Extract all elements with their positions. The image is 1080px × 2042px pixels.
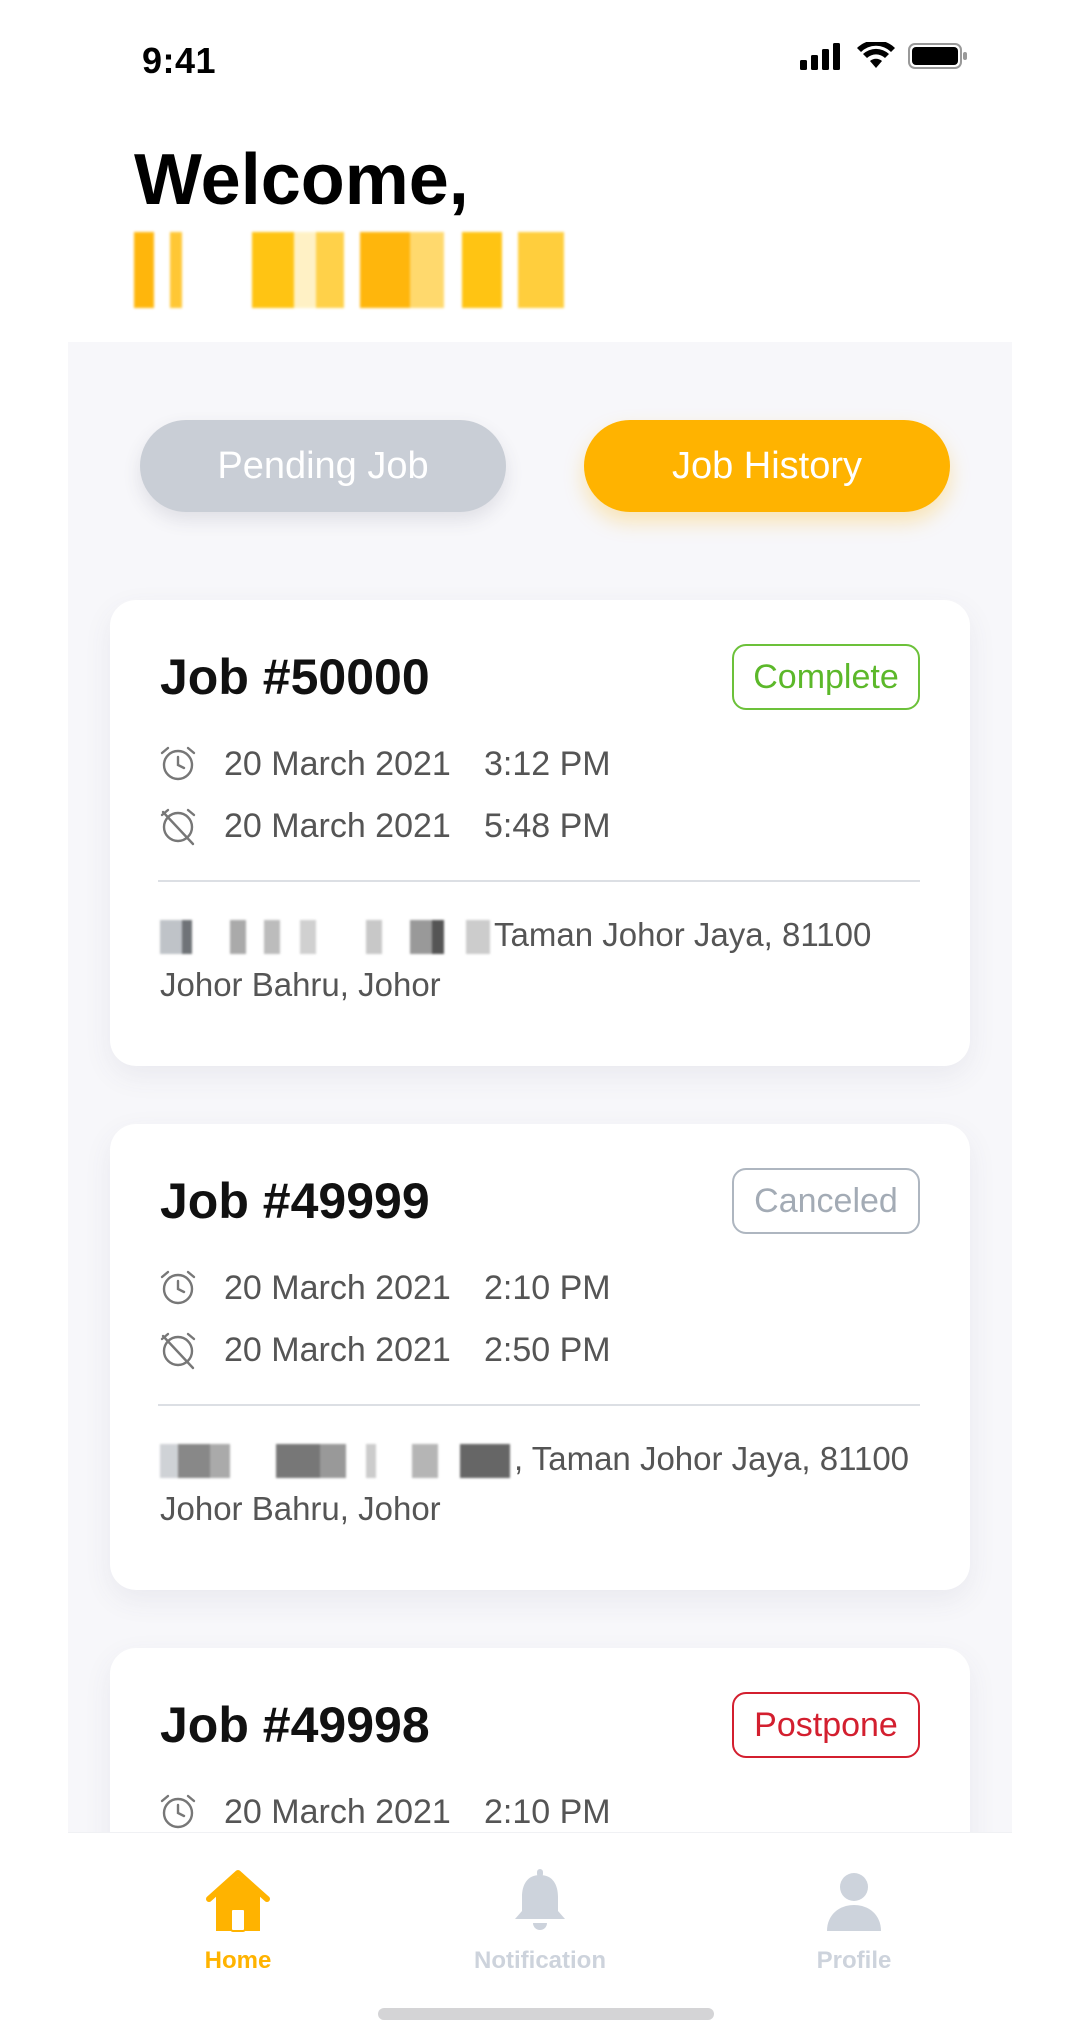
address-redacted	[160, 1444, 510, 1479]
tab-pending-job[interactable]: Pending Job	[140, 420, 506, 512]
alarm-off-icon	[160, 1332, 196, 1370]
signal-icon	[800, 43, 840, 70]
job-card[interactable]: Job #50000 Complete 20 March 2021 3:12 P…	[110, 600, 970, 1066]
start-row: 20 March 2021 2:10 PM	[158, 1792, 611, 1832]
clock-icon	[160, 1270, 196, 1305]
job-title: Job #49998	[160, 1697, 430, 1753]
status-badge: Canceled	[732, 1168, 920, 1234]
status-bar: 9:41	[0, 0, 1080, 110]
battery-icon	[908, 43, 967, 69]
welcome-title: Welcome,	[134, 140, 469, 220]
bell-icon	[515, 1869, 565, 1930]
divider	[158, 1404, 920, 1406]
start-time: 2:10 PM	[484, 1268, 611, 1307]
job-address: Taman Johor Jaya, 81100 Johor Bahru, Joh…	[160, 910, 940, 1010]
job-card[interactable]: Job #49999 Canceled 20 March 2021 2:10 P…	[110, 1124, 970, 1590]
end-row: 20 March 2021 2:50 PM	[158, 1330, 611, 1370]
status-badge: Postpone	[732, 1692, 920, 1758]
start-time: 3:12 PM	[484, 744, 611, 783]
status-badge: Complete	[732, 644, 920, 710]
divider	[158, 880, 920, 882]
start-date: 20 March 2021	[224, 1792, 451, 1831]
nav-profile[interactable]: Profile	[744, 1865, 964, 1975]
end-row: 20 March 2021 5:48 PM	[158, 806, 611, 846]
clock-icon	[160, 746, 196, 781]
username-redacted	[134, 232, 570, 308]
address-line1: Taman Johor Jaya, 81100	[494, 916, 872, 953]
nav-home[interactable]: Home	[128, 1865, 348, 1975]
start-date: 20 March 2021	[224, 1268, 451, 1307]
nav-profile-label: Profile	[816, 1947, 892, 1974]
wifi-icon	[857, 42, 895, 68]
end-time: 5:48 PM	[484, 806, 611, 845]
start-row: 20 March 2021 3:12 PM	[158, 744, 611, 784]
job-address: , Taman Johor Jaya, 81100 Johor Bahru, J…	[160, 1434, 940, 1534]
content-area	[68, 342, 1012, 1832]
end-date: 20 March 2021	[224, 1330, 451, 1369]
clock-icon	[160, 1794, 196, 1829]
status-time: 9:41	[142, 40, 217, 81]
address-redacted	[160, 920, 490, 955]
end-date: 20 March 2021	[224, 806, 451, 845]
status-icons	[800, 42, 968, 70]
nav-notification[interactable]: Notification	[430, 1865, 650, 1975]
end-time: 2:50 PM	[484, 1330, 611, 1369]
start-time: 2:10 PM	[484, 1792, 611, 1831]
address-line2: Johor Bahru, Johor	[160, 966, 441, 1003]
alarm-off-icon	[160, 808, 196, 846]
address-line1: , Taman Johor Jaya, 81100	[514, 1440, 910, 1477]
start-date: 20 March 2021	[224, 744, 451, 783]
home-icon	[206, 1870, 270, 1932]
nav-home-label: Home	[204, 1947, 272, 1974]
address-line2: Johor Bahru, Johor	[160, 1490, 441, 1527]
nav-notification-label: Notification	[474, 1947, 606, 1974]
welcome-header: Welcome,	[134, 140, 469, 220]
home-indicator[interactable]	[378, 2008, 714, 2020]
job-title: Job #50000	[160, 649, 430, 705]
profile-icon	[827, 1873, 881, 1931]
start-row: 20 March 2021 2:10 PM	[158, 1268, 611, 1308]
job-title: Job #49999	[160, 1173, 430, 1229]
tab-job-history[interactable]: Job History	[584, 420, 950, 512]
